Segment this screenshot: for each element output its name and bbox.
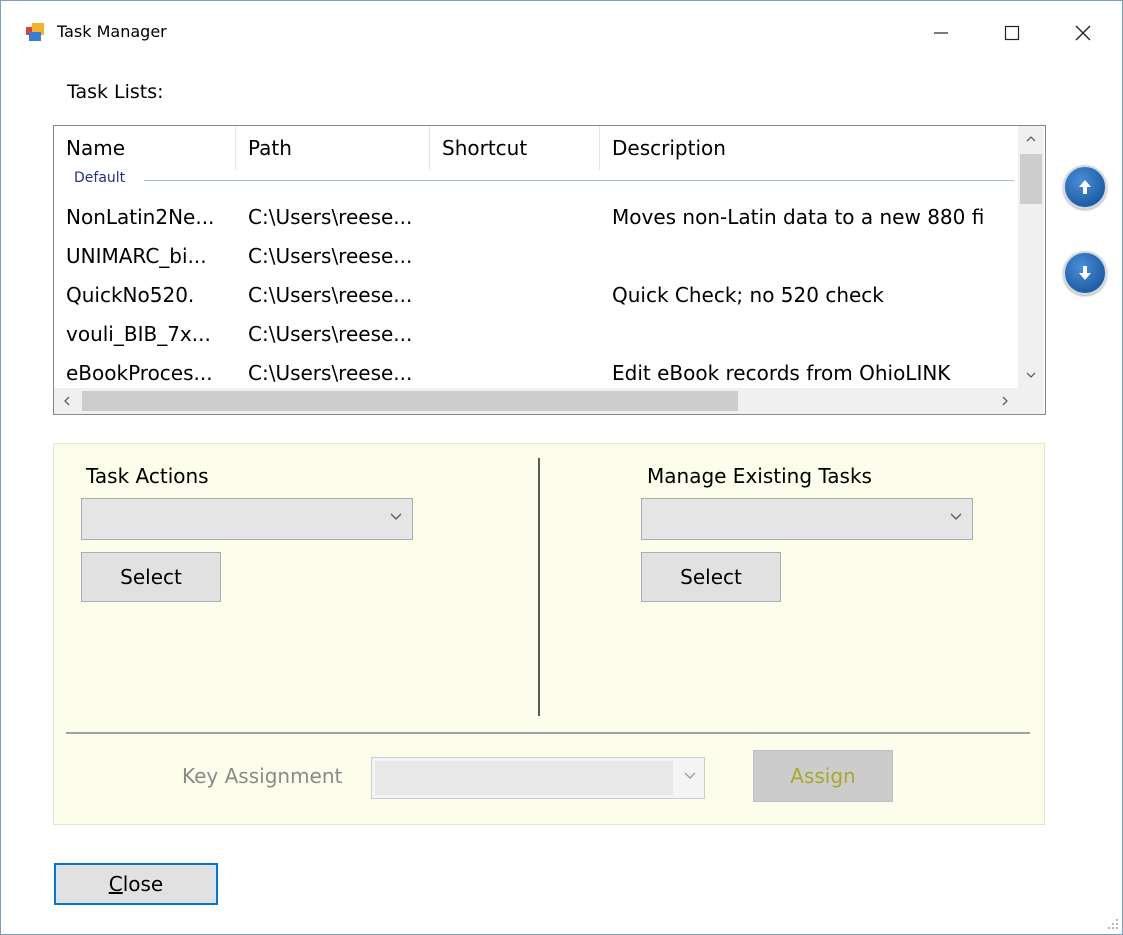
move-up-button[interactable]	[1063, 165, 1107, 209]
task-description	[600, 237, 1018, 275]
task-path: C:\Users\reese...	[248, 205, 413, 229]
manage-tasks-select-button[interactable]: Select	[641, 552, 781, 602]
task-lists-label: Task Lists:	[67, 81, 164, 103]
chevron-down-icon	[950, 509, 962, 525]
chevron-down-icon	[684, 768, 696, 784]
close-window-button[interactable]	[1053, 15, 1113, 51]
scroll-down-arrow[interactable]	[1018, 362, 1044, 388]
horizontal-divider	[66, 732, 1030, 734]
key-assignment-field	[375, 761, 673, 795]
list-header: Name Path Shortcut Description	[54, 126, 1018, 170]
horizontal-scroll-thumb[interactable]	[82, 391, 738, 411]
list-item[interactable]: QuickNo520. C:\Users\reese... Quick Chec…	[54, 276, 1018, 314]
arrow-down-icon	[1079, 266, 1091, 280]
chevron-down-icon	[390, 509, 402, 525]
scroll-left-arrow[interactable]	[54, 388, 80, 414]
resize-grip-icon[interactable]	[1105, 915, 1119, 929]
task-path: C:\Users\reese...	[248, 322, 413, 346]
list-item[interactable]: NonLatin2Ne... C:\Users\reese... Moves n…	[54, 198, 1018, 236]
vertical-scroll-thumb[interactable]	[1020, 154, 1042, 204]
title-bar[interactable]: Task Manager	[1, 1, 1122, 63]
task-name: QuickNo520.	[66, 283, 195, 307]
close-button[interactable]: Close	[54, 863, 218, 905]
manage-tasks-heading: Manage Existing Tasks	[647, 464, 872, 488]
task-path: C:\Users\reese...	[248, 361, 413, 385]
task-shortcut	[430, 354, 600, 392]
minimize-icon	[934, 32, 948, 34]
close-button-label: lose	[122, 872, 164, 896]
group-header-default[interactable]: Default	[54, 170, 1018, 192]
assign-button[interactable]: Assign	[753, 750, 893, 802]
scroll-right-arrow[interactable]	[992, 388, 1018, 414]
column-header-shortcut[interactable]: Shortcut	[430, 126, 600, 170]
task-description: Edit eBook records from OhioLINK	[612, 361, 951, 385]
task-name: eBookProces...	[66, 361, 213, 385]
app-icon	[26, 23, 44, 41]
horizontal-scrollbar[interactable]	[54, 388, 1018, 414]
task-path: C:\Users\reese...	[248, 283, 413, 307]
task-shortcut	[430, 315, 600, 353]
task-description: Quick Check; no 520 check	[612, 283, 884, 307]
close-button-mnemonic: C	[108, 872, 123, 896]
list-item[interactable]: vouli_BIB_7x... C:\Users\reese...	[54, 315, 1018, 353]
task-actions-heading: Task Actions	[86, 464, 209, 488]
arrow-up-icon	[1079, 180, 1091, 194]
task-name: UNIMARC_bi...	[66, 244, 207, 268]
list-item[interactable]: eBookProces... C:\Users\reese... Edit eB…	[54, 354, 1018, 392]
column-header-name[interactable]: Name	[54, 126, 236, 170]
task-shortcut	[430, 237, 600, 275]
close-icon	[1075, 25, 1091, 41]
vertical-scrollbar[interactable]	[1018, 126, 1044, 388]
task-actions-select-button[interactable]: Select	[81, 552, 221, 602]
task-actions-dropdown[interactable]	[81, 498, 413, 540]
scroll-up-arrow[interactable]	[1018, 126, 1044, 152]
group-divider	[144, 180, 1014, 181]
task-list-view[interactable]: Name Path Shortcut Description Default N…	[53, 125, 1046, 415]
task-name: NonLatin2Ne...	[66, 205, 215, 229]
column-header-path[interactable]: Path	[236, 126, 430, 170]
key-assignment-label: Key Assignment	[182, 764, 343, 788]
task-description: Moves non-Latin data to a new 880 fi	[612, 205, 985, 229]
task-manager-window: Task Manager Task Lists: Name Path Short…	[0, 0, 1123, 935]
task-name: vouli_BIB_7x...	[66, 322, 211, 346]
minimize-button[interactable]	[911, 15, 971, 51]
task-panel: Task Actions Select Manage Existing Task…	[53, 443, 1045, 825]
list-item[interactable]: UNIMARC_bi... C:\Users\reese...	[54, 237, 1018, 275]
task-shortcut	[430, 276, 600, 314]
maximize-button[interactable]	[982, 15, 1042, 51]
key-assignment-dropdown[interactable]	[371, 757, 705, 799]
scrollbar-corner	[1018, 388, 1044, 414]
group-label: Default	[74, 170, 126, 186]
manage-tasks-dropdown[interactable]	[641, 498, 973, 540]
vertical-divider	[538, 458, 540, 716]
task-shortcut	[430, 198, 600, 236]
column-header-description[interactable]: Description	[600, 126, 1018, 170]
window-title: Task Manager	[57, 22, 167, 41]
move-down-button[interactable]	[1063, 251, 1107, 295]
task-path: C:\Users\reese...	[248, 244, 413, 268]
task-description	[600, 315, 1018, 353]
maximize-icon	[1004, 25, 1020, 41]
